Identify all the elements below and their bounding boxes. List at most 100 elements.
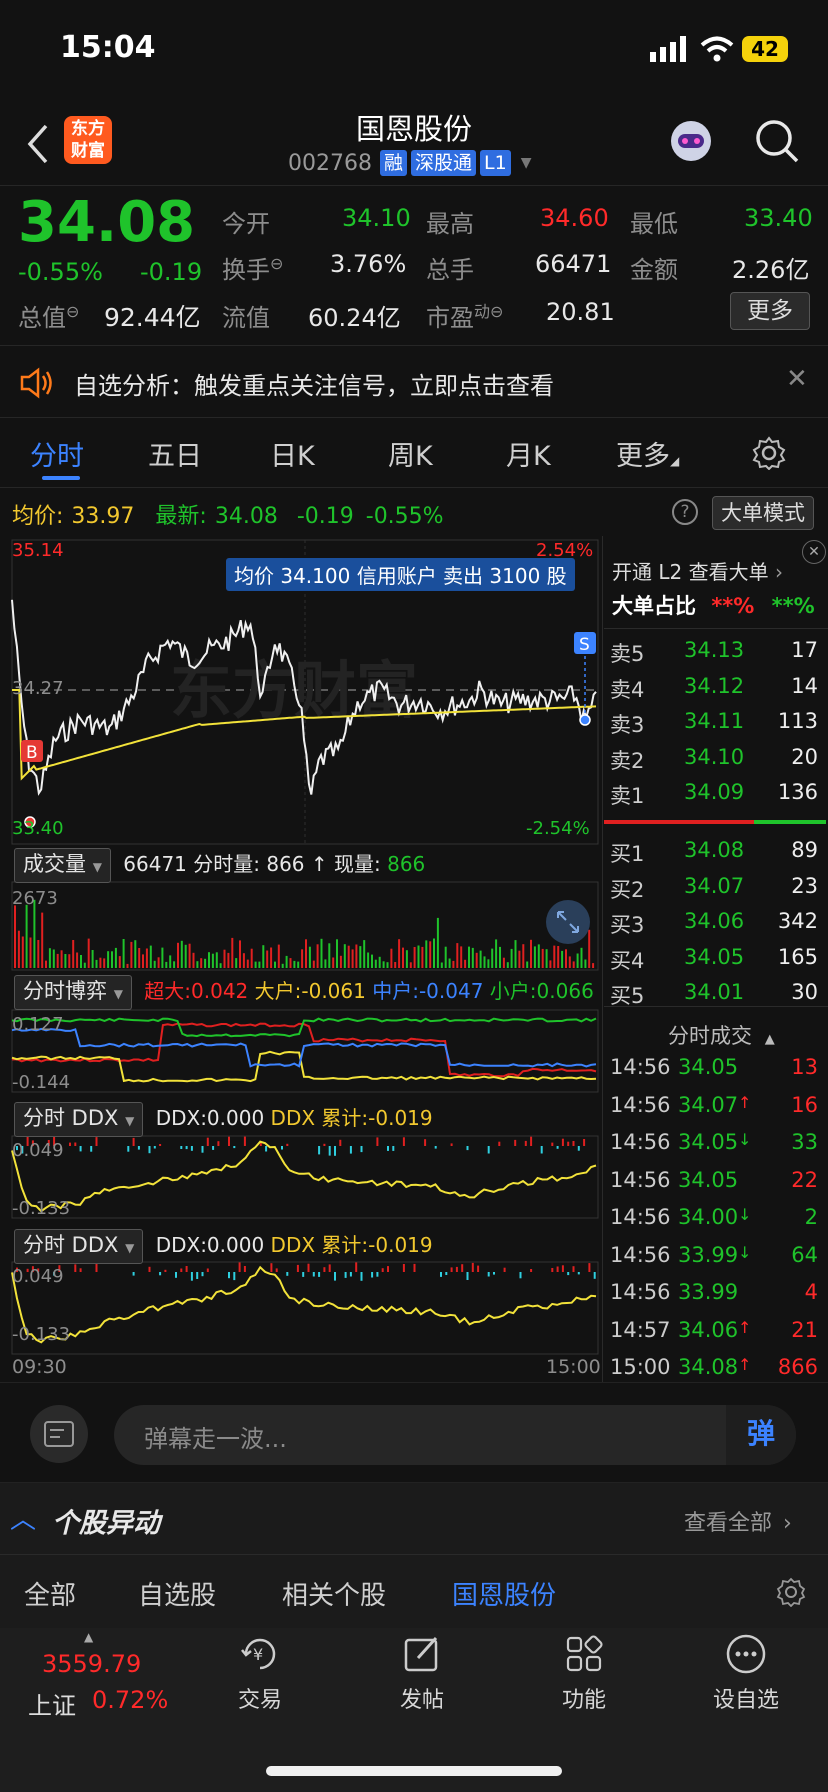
ddx-bar (201, 1146, 204, 1153)
info-icon: ⊖ (270, 254, 284, 273)
comment-bar: 弹幕走一波... 弹 (0, 1382, 828, 1482)
nav-post[interactable]: 发帖 (352, 1632, 492, 1732)
volume-bar (421, 946, 424, 968)
order-book-sell-row[interactable]: 卖4 34.12 14 (610, 670, 822, 705)
volume-bar (475, 952, 478, 968)
order-book-buy-row[interactable]: 买1 34.08 89 (610, 834, 822, 869)
index-pct[interactable]: 0.72% (92, 1686, 168, 1714)
help-icon[interactable]: ? (672, 499, 698, 525)
ddx-bar (307, 1263, 310, 1272)
order-book-sell-row[interactable]: 卖5 34.13 17 (610, 634, 822, 669)
volume-bar (324, 959, 327, 968)
tab-daily-k[interactable]: 日K (270, 434, 315, 473)
view-all-link[interactable]: 查看全部 › (684, 1505, 792, 1537)
ddx-bar (551, 1142, 554, 1146)
search-icon[interactable] (754, 118, 800, 164)
trade-time: 15:00 (610, 1355, 671, 1379)
trades-title[interactable]: 分时成交 ▲ (668, 1020, 775, 1050)
status-bar: 15:04 42 (0, 0, 828, 100)
volume-bar (367, 952, 370, 968)
game-selector[interactable]: 分时博弈 ▼ (14, 975, 132, 1010)
tab-5day[interactable]: 五日 (148, 434, 202, 473)
trade-row: 14:56 34.07 ↑ 16 (608, 1088, 822, 1125)
volume-bar (402, 947, 404, 968)
turnover-value: 3.76% (330, 250, 407, 278)
index-value[interactable]: 3559.79 (42, 1650, 141, 1678)
chevron-down-icon[interactable]: ▼ (521, 155, 532, 171)
volume-header: 成交量 ▼ 66471 分时量: 866 ↑ 现量: 866 (14, 848, 425, 883)
ddx-bar (344, 1272, 347, 1278)
big-order-mode-button[interactable]: 大单模式 (712, 496, 814, 530)
trade-time: 14:56 (610, 1055, 671, 1079)
time-end-label: 15:00 (546, 1356, 601, 1378)
ddx-bar (424, 1139, 427, 1146)
ddx-bar (185, 1266, 188, 1272)
volume-bar (382, 961, 385, 968)
order-volume: 23 (791, 873, 818, 898)
volume-bar (312, 960, 315, 968)
send-danmaku-button[interactable]: 弹 (726, 1405, 796, 1465)
ddx-bar (530, 1269, 533, 1272)
order-price: 34.07 (684, 873, 745, 898)
volume-bar (510, 948, 513, 968)
volume-selector[interactable]: 成交量 ▼ (14, 848, 111, 883)
ddx-bar (243, 1136, 246, 1146)
robot-assistant-icon[interactable] (666, 116, 716, 166)
game-bottom-label: -0.144 (12, 1072, 71, 1093)
volume-bar (80, 955, 82, 968)
nav-add-watchlist[interactable]: 设自选 (676, 1632, 816, 1732)
filter-tab-watchlist[interactable]: 自选股 (138, 1575, 216, 1612)
ddx-bar (206, 1137, 209, 1146)
volume-bar (83, 962, 86, 968)
time-start-label: 09:30 (12, 1356, 67, 1378)
tab-weekly-k[interactable]: 周K (388, 434, 433, 473)
ddx1-header: 分时 DDX ▼ DDX:0.000 DDX 累计:-0.019 (14, 1102, 433, 1137)
more-button[interactable]: 更多 (730, 292, 810, 330)
ddx1-selector[interactable]: 分时 DDX ▼ (14, 1102, 144, 1137)
ddx-bar (328, 1146, 331, 1156)
game-header: 分时博弈 ▼ 超大:0.042 大户:-0.061 中户:-0.047 小户:0… (14, 975, 594, 1010)
tab-monthly-k[interactable]: 月K (506, 434, 551, 473)
ddx1-top-label: 0.049 (12, 1140, 64, 1161)
volume-bar (103, 958, 106, 968)
index-name[interactable]: 上证 (28, 1686, 76, 1721)
comment-input[interactable]: 弹幕走一波... 弹 (114, 1405, 796, 1465)
order-book-buy-row[interactable]: 买2 34.07 23 (610, 870, 822, 905)
order-book-sell-row[interactable]: 卖3 34.11 113 (610, 705, 822, 740)
ddx-bar (296, 1264, 299, 1272)
movement-title: 个股异动 (52, 1508, 160, 1539)
gear-icon[interactable] (776, 1577, 806, 1607)
ddx2-selector[interactable]: 分时 DDX ▼ (14, 1229, 144, 1264)
volume-bar (320, 938, 323, 968)
volume-bar (180, 940, 183, 968)
caret-icon: ◢ (670, 454, 680, 468)
order-book-sell-row[interactable]: 卖1 34.09 136 (610, 776, 822, 811)
volume-bar (371, 954, 373, 968)
order-book-buy-row[interactable]: 买4 34.05 165 (610, 941, 822, 976)
nav-trade[interactable]: ¥ 交易 (190, 1632, 330, 1732)
volume-bar (491, 948, 494, 968)
tab-more[interactable]: 更多◢ (616, 434, 679, 473)
ddx-bar (281, 1146, 283, 1150)
filter-tab-related[interactable]: 相关个股 (282, 1575, 386, 1612)
volume-bar (460, 946, 463, 968)
danmaku-toggle[interactable] (30, 1405, 88, 1463)
trade-volume: 33 (791, 1130, 818, 1154)
nav-functions[interactable]: 功能 (514, 1632, 654, 1732)
chevron-up-icon[interactable]: ︿ (10, 1499, 36, 1536)
close-icon[interactable]: ✕ (802, 540, 826, 564)
signal-banner[interactable]: 自选分析：触发重点关注信号，立即点击查看 ✕ (0, 348, 828, 418)
volume-bar (405, 950, 408, 968)
order-price: 34.13 (684, 638, 745, 662)
gear-icon[interactable] (752, 436, 786, 470)
order-book-buy-row[interactable]: 买3 34.06 342 (610, 905, 822, 940)
filter-tab-stock[interactable]: 国恩股份 (452, 1575, 556, 1612)
filter-tab-all[interactable]: 全部 (24, 1575, 76, 1612)
tab-intraday[interactable]: 分时 (30, 434, 84, 473)
ddx-bar (153, 1146, 156, 1149)
ddx-bar (434, 1146, 437, 1149)
order-book-sell-row[interactable]: 卖2 34.10 20 (610, 741, 822, 776)
stock-code-row[interactable]: 002768 融 深股通 L1 ▼ (288, 150, 531, 176)
l2-open-link[interactable]: 开通 L2 查看大单 › (612, 556, 783, 585)
close-icon[interactable]: ✕ (786, 364, 808, 394)
